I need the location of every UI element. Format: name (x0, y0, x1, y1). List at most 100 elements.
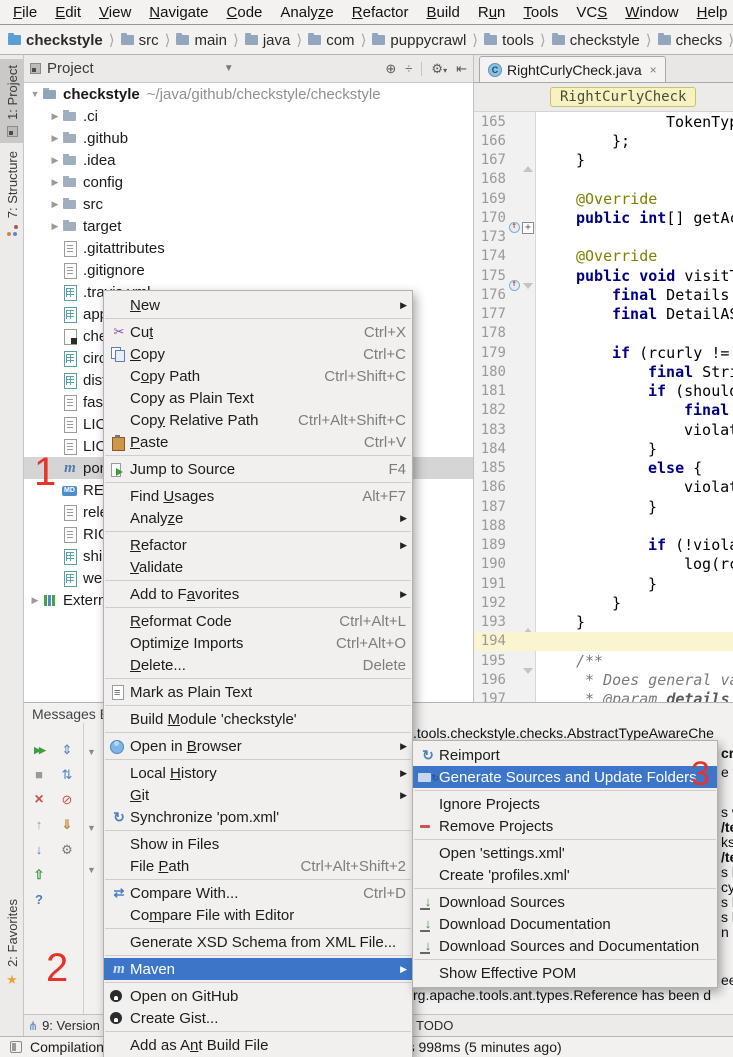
menu-item-new[interactable]: New▶ (104, 294, 412, 316)
chevron-down-icon[interactable]: ▼ (87, 747, 96, 757)
tree-row--gitignore[interactable]: .gitignore (24, 259, 473, 281)
menubar-item-analyze[interactable]: Analyze (271, 4, 342, 21)
breadcrumb-item-tools[interactable]: tools (484, 32, 534, 49)
menubar-item-run[interactable]: Run (469, 4, 515, 21)
menubar-item-code[interactable]: Code (218, 4, 272, 21)
chevron-down-icon[interactable]: ▼ (224, 63, 234, 74)
menu-item-generate-xsd-schema-from-xml-file[interactable]: Generate XSD Schema from XML File... (104, 931, 412, 953)
menu-item-jump-to-source[interactable]: Jump to SourceF4 (104, 458, 412, 480)
locate-icon[interactable]: ⊕ (385, 61, 396, 77)
menu-item-copy-relative-path[interactable]: Copy Relative PathCtrl+Alt+Shift+C (104, 409, 412, 431)
menu-item-copy-as-plain-text[interactable]: Copy as Plain Text (104, 387, 412, 409)
tree-expander-icon[interactable]: ▶ (48, 177, 62, 188)
maven-item-remove-projects[interactable]: Remove Projects (413, 815, 717, 837)
menu-item-copy-path[interactable]: Copy PathCtrl+Shift+C (104, 365, 412, 387)
menu-item-maven[interactable]: Maven▶ (104, 958, 412, 980)
menu-item-copy[interactable]: CopyCtrl+C (104, 343, 412, 365)
sidebar-tab-structure[interactable]: 7: Structure (0, 145, 24, 242)
settings-icon[interactable]: ⚙ (58, 841, 76, 859)
menubar-item-edit[interactable]: Edit (46, 4, 90, 21)
expand-icon[interactable]: ⇕ (58, 741, 76, 759)
collapse-all-icon[interactable]: ÷ (405, 61, 412, 76)
menubar-item-help[interactable]: Help (688, 4, 733, 21)
menubar-item-refactor[interactable]: Refactor (343, 4, 418, 21)
maven-item-download-sources[interactable]: Download Sources (413, 891, 717, 913)
menu-item-open-in-browser[interactable]: Open in Browser▶ (104, 735, 412, 757)
rerun-icon[interactable]: ▶▶ (30, 741, 48, 759)
tree-expander-icon[interactable]: ▶ (48, 133, 62, 144)
sidebar-tab-project[interactable]: 1: Project (0, 59, 24, 143)
suspend-icon[interactable]: ⊘ (58, 791, 76, 809)
menu-item-git[interactable]: Git▶ (104, 784, 412, 806)
menu-item-open-on-github[interactable]: Open on GitHub (104, 985, 412, 1007)
tree-row--idea[interactable]: ▶.idea (24, 149, 473, 171)
toolwindow-toggle-icon[interactable] (10, 1041, 22, 1053)
maven-item-create-profiles-xml[interactable]: Create 'profiles.xml' (413, 864, 717, 886)
apply-icon[interactable]: ⇓ (58, 816, 76, 834)
menu-item-compare-file-with-editor[interactable]: Compare File with Editor (104, 904, 412, 926)
tree-row-checkstyle[interactable]: ▼checkstyle~/java/github/checkstyle/chec… (24, 83, 473, 105)
maven-item-download-documentation[interactable]: Download Documentation (413, 913, 717, 935)
menu-item-paste[interactable]: PasteCtrl+V (104, 431, 412, 453)
menubar-item-build[interactable]: Build (417, 4, 468, 21)
code-editor[interactable]: 165TokenTypes.LITERAL_IF,166};167}168169… (474, 112, 733, 702)
menu-item-delete[interactable]: Delete...Delete (104, 654, 412, 676)
editor-breadcrumb-class[interactable]: RightCurlyCheck (550, 87, 696, 107)
down-icon[interactable]: ↓ (30, 841, 48, 859)
tree-expander-icon[interactable]: ▶ (48, 155, 62, 166)
menu-item-local-history[interactable]: Local History▶ (104, 762, 412, 784)
breadcrumb-item-checkstyle[interactable]: checkstyle (8, 32, 103, 49)
tree-expander-icon[interactable]: ▶ (48, 111, 62, 122)
tree-row--ci[interactable]: ▶.ci (24, 105, 473, 127)
close-red-icon[interactable]: × (30, 791, 48, 809)
breadcrumb-item-com[interactable]: com (308, 32, 354, 49)
maven-item-reimport[interactable]: Reimport (413, 744, 717, 766)
tree-expander-icon[interactable]: ▶ (48, 199, 62, 210)
menu-item-reformat-code[interactable]: Reformat CodeCtrl+Alt+L (104, 610, 412, 632)
up-icon[interactable]: ↑ (30, 816, 48, 834)
tab-version-control[interactable]: ⋔ 9: Version Control (28, 1018, 106, 1033)
breadcrumb-item-checks[interactable]: checks (658, 32, 723, 49)
menu-item-find-usages[interactable]: Find UsagesAlt+F7 (104, 485, 412, 507)
stop-icon[interactable]: ■ (30, 766, 48, 784)
tree-expander-icon[interactable]: ▼ (28, 89, 42, 99)
menu-item-analyze[interactable]: Analyze▶ (104, 507, 412, 529)
breadcrumb-item-main[interactable]: main (176, 32, 227, 49)
menubar-item-navigate[interactable]: Navigate (140, 4, 217, 21)
hide-panel-icon[interactable]: ⇤ (456, 61, 467, 77)
tree-row-target[interactable]: ▶target (24, 215, 473, 237)
menu-item-add-to-favorites[interactable]: Add to Favorites▶ (104, 583, 412, 605)
tree-expander-icon[interactable]: ▶ (28, 595, 42, 606)
tree-row-config[interactable]: ▶config (24, 171, 473, 193)
maven-item-open-settings-xml[interactable]: Open 'settings.xml' (413, 842, 717, 864)
menu-item-add-as-ant-build-file[interactable]: Add as Ant Build File (104, 1034, 412, 1056)
menu-item-create-gist[interactable]: Create Gist... (104, 1007, 412, 1029)
gear-icon[interactable]: ⚙▾ (431, 61, 447, 77)
maven-item-generate-sources-and-update-folders[interactable]: Generate Sources and Update Folders (413, 766, 717, 788)
sidebar-tab-favorites[interactable]: 2: Favorites ★ (0, 893, 24, 992)
collapse-icon[interactable]: ⇅ (58, 766, 76, 784)
chevron-down-icon[interactable]: ▼ (87, 865, 96, 875)
breadcrumb-item-checkstyle[interactable]: checkstyle (552, 32, 640, 49)
tab-todo[interactable]: TODO (416, 1018, 453, 1033)
menubar-item-window[interactable]: Window (616, 4, 687, 21)
tree-row--github[interactable]: ▶.github (24, 127, 473, 149)
menu-item-refactor[interactable]: Refactor▶ (104, 534, 412, 556)
editor-tab-rightcurlycheck[interactable]: C RightCurlyCheck.java × (479, 56, 666, 82)
menubar-item-view[interactable]: View (90, 4, 140, 21)
breadcrumb-item-src[interactable]: src (121, 32, 159, 49)
tree-expander-icon[interactable]: ▶ (48, 221, 62, 232)
breadcrumb-item-puppycrawl[interactable]: puppycrawl (372, 32, 466, 49)
help-icon[interactable]: ? (30, 891, 48, 909)
tree-row-src[interactable]: ▶src (24, 193, 473, 215)
menu-item-cut[interactable]: CutCtrl+X (104, 321, 412, 343)
menubar-item-file[interactable]: File (4, 4, 46, 21)
menu-item-show-in-files[interactable]: Show in Files (104, 833, 412, 855)
menu-item-build-module-checkstyle[interactable]: Build Module 'checkstyle' (104, 708, 412, 730)
menu-item-validate[interactable]: Validate (104, 556, 412, 578)
menu-item-mark-as-plain-text[interactable]: Mark as Plain Text (104, 681, 412, 703)
menu-item-optimize-imports[interactable]: Optimize ImportsCtrl+Alt+O (104, 632, 412, 654)
maven-item-download-sources-and-documentation[interactable]: Download Sources and Documentation (413, 935, 717, 957)
menu-item-compare-with[interactable]: Compare With...Ctrl+D (104, 882, 412, 904)
close-icon[interactable]: × (650, 63, 657, 77)
